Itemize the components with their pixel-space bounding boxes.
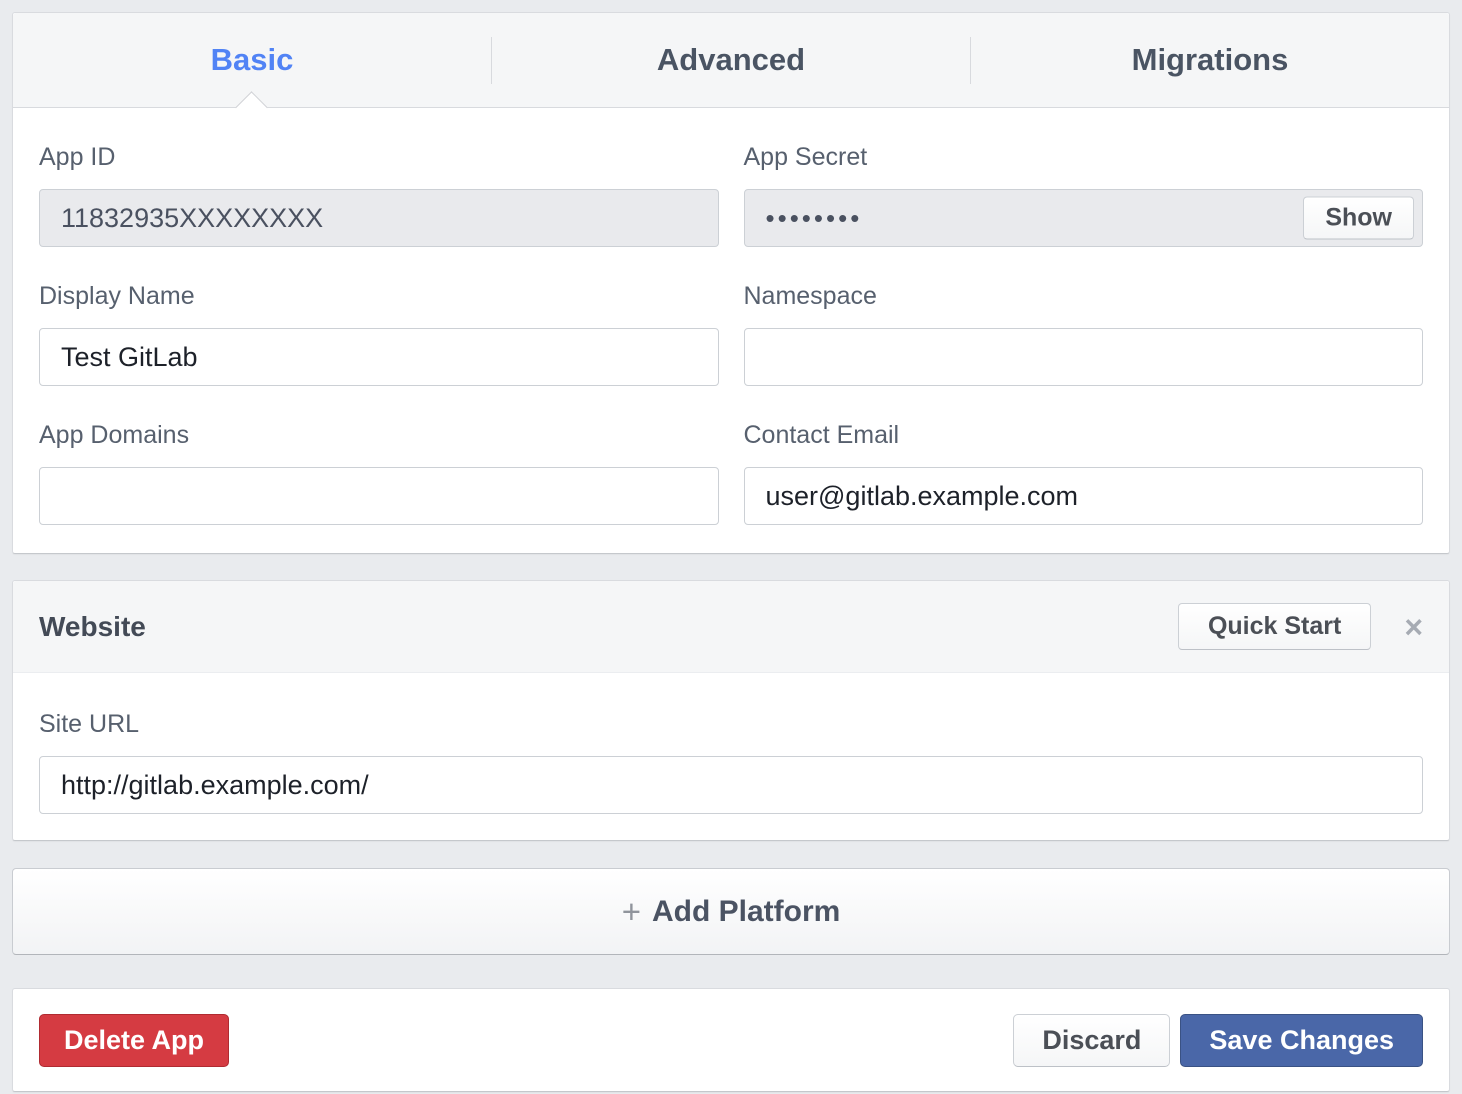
remove-platform-close-icon[interactable]: × — [1404, 611, 1423, 643]
show-app-secret-button[interactable]: Show — [1303, 197, 1414, 240]
quick-start-button[interactable]: Quick Start — [1178, 603, 1371, 650]
display-name-field-group: Display Name — [39, 282, 719, 386]
app-settings-page: Basic Advanced Migrations App ID App Sec… — [0, 0, 1462, 1094]
tab-migrations[interactable]: Migrations — [971, 13, 1449, 107]
namespace-label: Namespace — [744, 282, 1424, 311]
delete-app-button[interactable]: Delete App — [39, 1014, 229, 1067]
website-platform-header: Website Quick Start × — [13, 581, 1449, 673]
namespace-field-group: Namespace — [744, 282, 1424, 386]
app-domains-input[interactable] — [39, 467, 719, 525]
add-platform-button[interactable]: + Add Platform — [12, 868, 1450, 955]
add-platform-label: Add Platform — [652, 895, 840, 929]
display-name-input[interactable] — [39, 328, 719, 386]
site-url-label: Site URL — [39, 710, 1423, 739]
site-url-field-group: Site URL — [39, 710, 1423, 814]
contact-email-input[interactable] — [744, 467, 1424, 525]
tab-basic-label: Basic — [211, 42, 294, 78]
app-id-field-group: App ID — [39, 143, 719, 247]
contact-email-field-group: Contact Email — [744, 421, 1424, 525]
app-domains-field-group: App Domains — [39, 421, 719, 525]
site-url-input[interactable] — [39, 756, 1423, 814]
save-changes-button[interactable]: Save Changes — [1180, 1014, 1423, 1067]
tab-migrations-label: Migrations — [1132, 42, 1289, 78]
display-name-label: Display Name — [39, 282, 719, 311]
plus-icon: + — [622, 893, 641, 931]
website-platform-body: Site URL — [13, 673, 1449, 840]
footer-actions-card: Delete App Discard Save Changes — [12, 988, 1450, 1092]
basic-settings-card: Basic Advanced Migrations App ID App Sec… — [12, 12, 1450, 554]
app-domains-label: App Domains — [39, 421, 719, 450]
website-section-title: Website — [39, 611, 1178, 643]
footer-right-actions: Discard Save Changes — [1013, 1014, 1423, 1067]
discard-button[interactable]: Discard — [1013, 1014, 1170, 1067]
website-platform-card: Website Quick Start × Site URL — [12, 580, 1450, 841]
app-id-label: App ID — [39, 143, 719, 172]
basic-settings-form: App ID App Secret Show Display Name Name… — [13, 108, 1449, 553]
app-secret-label: App Secret — [744, 143, 1424, 172]
tab-advanced-label: Advanced — [657, 42, 805, 78]
app-id-input — [39, 189, 719, 247]
namespace-input[interactable] — [744, 328, 1424, 386]
tab-basic[interactable]: Basic — [13, 13, 491, 107]
tab-advanced[interactable]: Advanced — [492, 13, 970, 107]
contact-email-label: Contact Email — [744, 421, 1424, 450]
app-secret-field-group: App Secret Show — [744, 143, 1424, 247]
app-secret-wrap: Show — [744, 189, 1424, 247]
settings-tab-bar: Basic Advanced Migrations — [13, 13, 1449, 108]
